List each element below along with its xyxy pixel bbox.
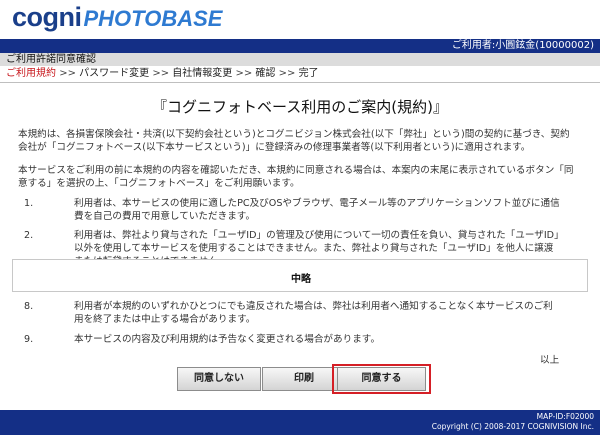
terms-item-text: 本サービスの内容及び利用規約は予告なく変更される場合があります。 [74,334,381,345]
disagree-button[interactable]: 同意しない [177,367,261,391]
terms-item-number: 8. [24,301,34,312]
terms-item-number: 2. [24,230,34,241]
app-logo: cogni PHOTOBASE [12,2,222,36]
step-breadcrumb: ご利用規約 >> パスワード変更 >> 自社情報変更 >> 確認 >> 完了 [6,67,319,81]
section-title: ご利用許諾同意確認 [0,53,600,66]
terms-item-text: 利用者は、本サービスの使用に適したPC及びOSやブラウザ、電子メール等のアプリケ… [74,198,560,222]
step-separator: >> [278,68,296,79]
terms-item-number: 9. [24,334,34,345]
step-company-info: 自社情報変更 [172,68,233,79]
step-separator: >> [59,68,76,79]
step-current: ご利用規約 [6,68,56,79]
step-complete: 完了 [298,68,319,79]
terms-item-number: 1. [24,198,34,209]
omitted-section: 中略 [12,259,588,292]
step-separator: >> [152,68,170,79]
copyright: Copyright (C) 2008-2017 COGNIVISION Inc. [431,422,594,431]
end-text: 以上 [540,355,560,366]
step-separator: >> [235,68,253,79]
terms-item-text: 利用者が本規約のいずれかひとつにでも違反された場合は、弊社は利用者へ通知すること… [74,301,553,325]
logo-text-sub: PHOTOBASE [83,6,223,31]
page-title: 『コグニフォトベース利用のご案内(規約)』 [152,98,448,116]
intro-paragraph: 本サービスをご利用の前に本規約の内容を確認いただき、本規約に同意される場合は、本… [18,165,574,189]
agree-button[interactable]: 同意する [337,367,426,391]
logo-text-main: cogni [12,2,82,32]
map-id: MAP-ID:F02000 [536,412,594,421]
omitted-label: 中略 [291,274,311,285]
intro-paragraph: 本規約は、各損害保険会社・共済(以下契約会社という)とコグニビジョン株式会社(以… [18,129,570,153]
footer-bar: MAP-ID:F02000 Copyright (C) 2008-2017 CO… [0,410,600,435]
user-info: ご利用者:小圓鉉金(10000002) [451,40,594,51]
step-confirm: 確認 [255,68,276,79]
step-password: パスワード変更 [79,68,150,79]
section-title-text: ご利用許諾同意確認 [6,54,96,65]
user-bar: ご利用者:小圓鉉金(10000002) [0,39,600,53]
divider [0,82,600,83]
